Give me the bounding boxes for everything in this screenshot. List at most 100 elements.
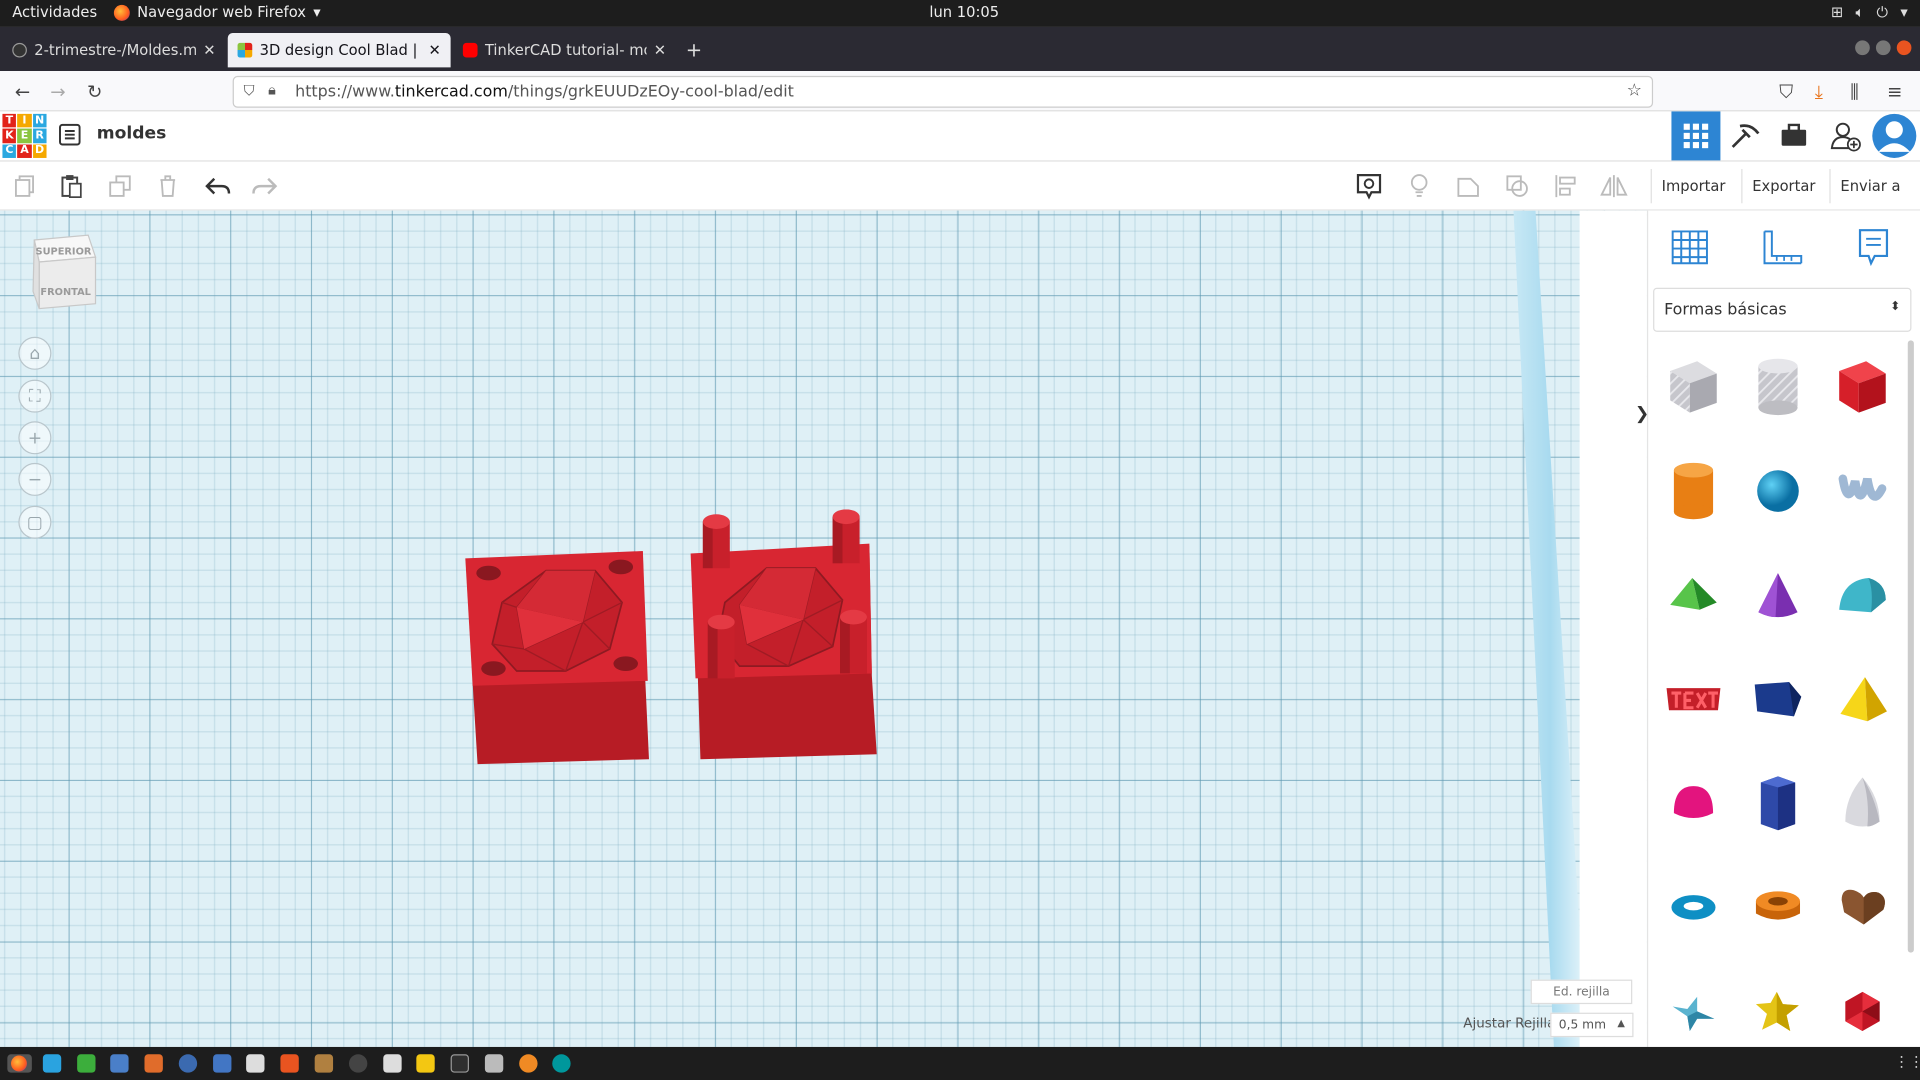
arduino-task-icon[interactable] (552, 1054, 571, 1073)
invite-user-button[interactable] (1821, 111, 1870, 160)
send-to-button[interactable]: Enviar a (1829, 168, 1910, 204)
shape-sphere[interactable] (1738, 444, 1819, 537)
import-button[interactable]: Importar (1650, 168, 1736, 204)
workplane[interactable]: SUPERIOR FRONTAL ⌂ ⛶ + − ▢ Ed. rejilla A… (0, 210, 1647, 1047)
project-name[interactable]: moldes (97, 124, 167, 144)
export-button[interactable]: Exportar (1741, 168, 1825, 204)
archive-task-icon[interactable] (314, 1054, 334, 1073)
ruler-tool-button[interactable] (1757, 223, 1806, 272)
inkscape-task-icon[interactable] (348, 1054, 368, 1073)
ortho-view-button[interactable]: ▢ (18, 505, 52, 539)
shape-torus[interactable] (1653, 861, 1734, 954)
notes-task-icon[interactable] (416, 1054, 435, 1073)
tinkercad-logo[interactable]: T I N K E R C A D (2, 113, 47, 158)
ungroup-button[interactable] (1502, 171, 1531, 200)
shape-heart[interactable] (1822, 861, 1903, 954)
firefox-task-icon[interactable] (7, 1054, 32, 1073)
drive-task-icon[interactable] (246, 1054, 265, 1073)
shield-icon[interactable]: ⛉ (244, 82, 255, 100)
fit-view-button[interactable]: ⛶ (18, 379, 52, 413)
snap-grid-select[interactable]: 0,5 mm ▲ (1550, 1012, 1634, 1038)
close-window-button[interactable] (1896, 40, 1912, 56)
minimize-button[interactable] (1855, 40, 1870, 56)
shape-star-gold[interactable] (1738, 965, 1819, 1058)
reload-icon[interactable]: ↻ (87, 81, 102, 103)
software-task-icon[interactable] (280, 1054, 299, 1073)
vscode-task-icon[interactable] (42, 1054, 62, 1073)
url-bar[interactable]: ⛉ 🔒︎ https://www. tinkercad.com/things/gr… (232, 75, 1654, 108)
mold-right[interactable] (686, 509, 882, 761)
shape-half-sphere[interactable] (1653, 757, 1734, 850)
shape-icosahedron[interactable] (1822, 965, 1903, 1058)
paste-button[interactable] (56, 171, 85, 200)
group-button[interactable] (1453, 171, 1482, 200)
shape-paraboloid[interactable] (1822, 757, 1903, 850)
align-button[interactable] (1551, 171, 1580, 200)
calculator-task-icon[interactable] (383, 1054, 402, 1073)
3d-view-button[interactable] (1671, 111, 1721, 161)
shape-tube[interactable] (1738, 861, 1819, 954)
blender-task-icon[interactable] (519, 1054, 538, 1073)
writer-task-icon[interactable] (213, 1054, 232, 1073)
forward-icon[interactable]: → (50, 81, 65, 103)
hamburger-menu-icon[interactable]: ≡ (1887, 81, 1902, 103)
shape-polygon[interactable] (1738, 757, 1819, 850)
shape-round-roof[interactable] (1822, 549, 1903, 642)
new-tab-button[interactable]: + (686, 38, 702, 61)
design-menu-icon[interactable] (59, 123, 81, 146)
lessons-button[interactable] (1769, 111, 1818, 160)
undo-button[interactable] (203, 171, 232, 200)
view-cube[interactable]: SUPERIOR FRONTAL (29, 233, 98, 311)
shape-roof[interactable] (1653, 549, 1734, 642)
shape-cylinder-hole[interactable] (1738, 340, 1819, 433)
shape-cylinder[interactable] (1653, 444, 1734, 537)
pocket-icon[interactable]: ⛉ (1779, 81, 1793, 103)
activities-button[interactable]: Actividades (12, 4, 97, 21)
panel-scrollbar[interactable] (1907, 340, 1914, 953)
zoom-in-button[interactable]: + (18, 421, 52, 455)
zoom-out-button[interactable]: − (18, 462, 52, 496)
mold-left[interactable] (460, 549, 656, 769)
show-apps-icon[interactable]: ⋮⋮ (1894, 1053, 1920, 1070)
help-task-icon[interactable] (178, 1054, 198, 1073)
shape-box[interactable] (1822, 340, 1903, 433)
close-tab-icon[interactable]: ✕ (654, 42, 666, 59)
duplicate-button[interactable] (105, 171, 134, 200)
library-icon[interactable]: ⫼ (1850, 81, 1858, 103)
camera-task-icon[interactable] (484, 1054, 504, 1073)
workplane-tool-button[interactable] (1665, 223, 1714, 272)
app-menu[interactable]: Navegador web Firefox ▾ (113, 4, 321, 21)
close-tab-icon[interactable]: ✕ (203, 42, 215, 59)
downloads-icon[interactable]: ⤓ (1815, 81, 1823, 103)
notes-button[interactable] (1354, 171, 1383, 200)
notes-tool-button[interactable] (1849, 223, 1898, 272)
close-tab-icon[interactable]: ✕ (428, 42, 440, 59)
shape-pyramid[interactable] (1822, 653, 1903, 746)
shape-star[interactable] (1653, 965, 1734, 1058)
shape-text[interactable] (1653, 653, 1734, 746)
shape-cone[interactable] (1738, 549, 1819, 642)
maximize-button[interactable] (1875, 40, 1891, 56)
back-icon[interactable]: ← (15, 81, 30, 103)
thunderbird-task-icon[interactable] (110, 1054, 129, 1073)
terminal-task-icon[interactable] (450, 1054, 469, 1073)
home-view-button[interactable]: ⌂ (18, 336, 52, 370)
shape-scribble[interactable] (1822, 444, 1903, 537)
shape-box-hole[interactable] (1653, 340, 1734, 433)
codeblocks-button[interactable] (1720, 111, 1769, 160)
shape-category-select[interactable]: Formas básicas ⬍ (1653, 287, 1912, 332)
clock[interactable]: lun 10:05 (929, 4, 999, 21)
delete-button[interactable] (153, 171, 182, 200)
bookmark-star-icon[interactable]: ☆ (1627, 81, 1642, 101)
redo-button[interactable] (250, 171, 279, 200)
shape-wedge[interactable] (1738, 653, 1819, 746)
system-tray[interactable]: ⊞ 🔈︎ ⏻ ▾ (1831, 4, 1908, 22)
spreadsheet-task-icon[interactable] (77, 1054, 96, 1073)
show-all-button[interactable] (1405, 171, 1434, 200)
avatar[interactable] (1870, 111, 1919, 160)
copy-button[interactable] (10, 171, 39, 200)
browser-tab[interactable]: 2-trimestre-/Moldes.md ✕ (2, 33, 225, 67)
mirror-button[interactable] (1599, 171, 1628, 200)
edit-grid-button[interactable]: Ed. rejilla (1530, 979, 1633, 1005)
browser-tab-active[interactable]: 3D design Cool Blad | Tinkercad ✕ (227, 33, 451, 68)
